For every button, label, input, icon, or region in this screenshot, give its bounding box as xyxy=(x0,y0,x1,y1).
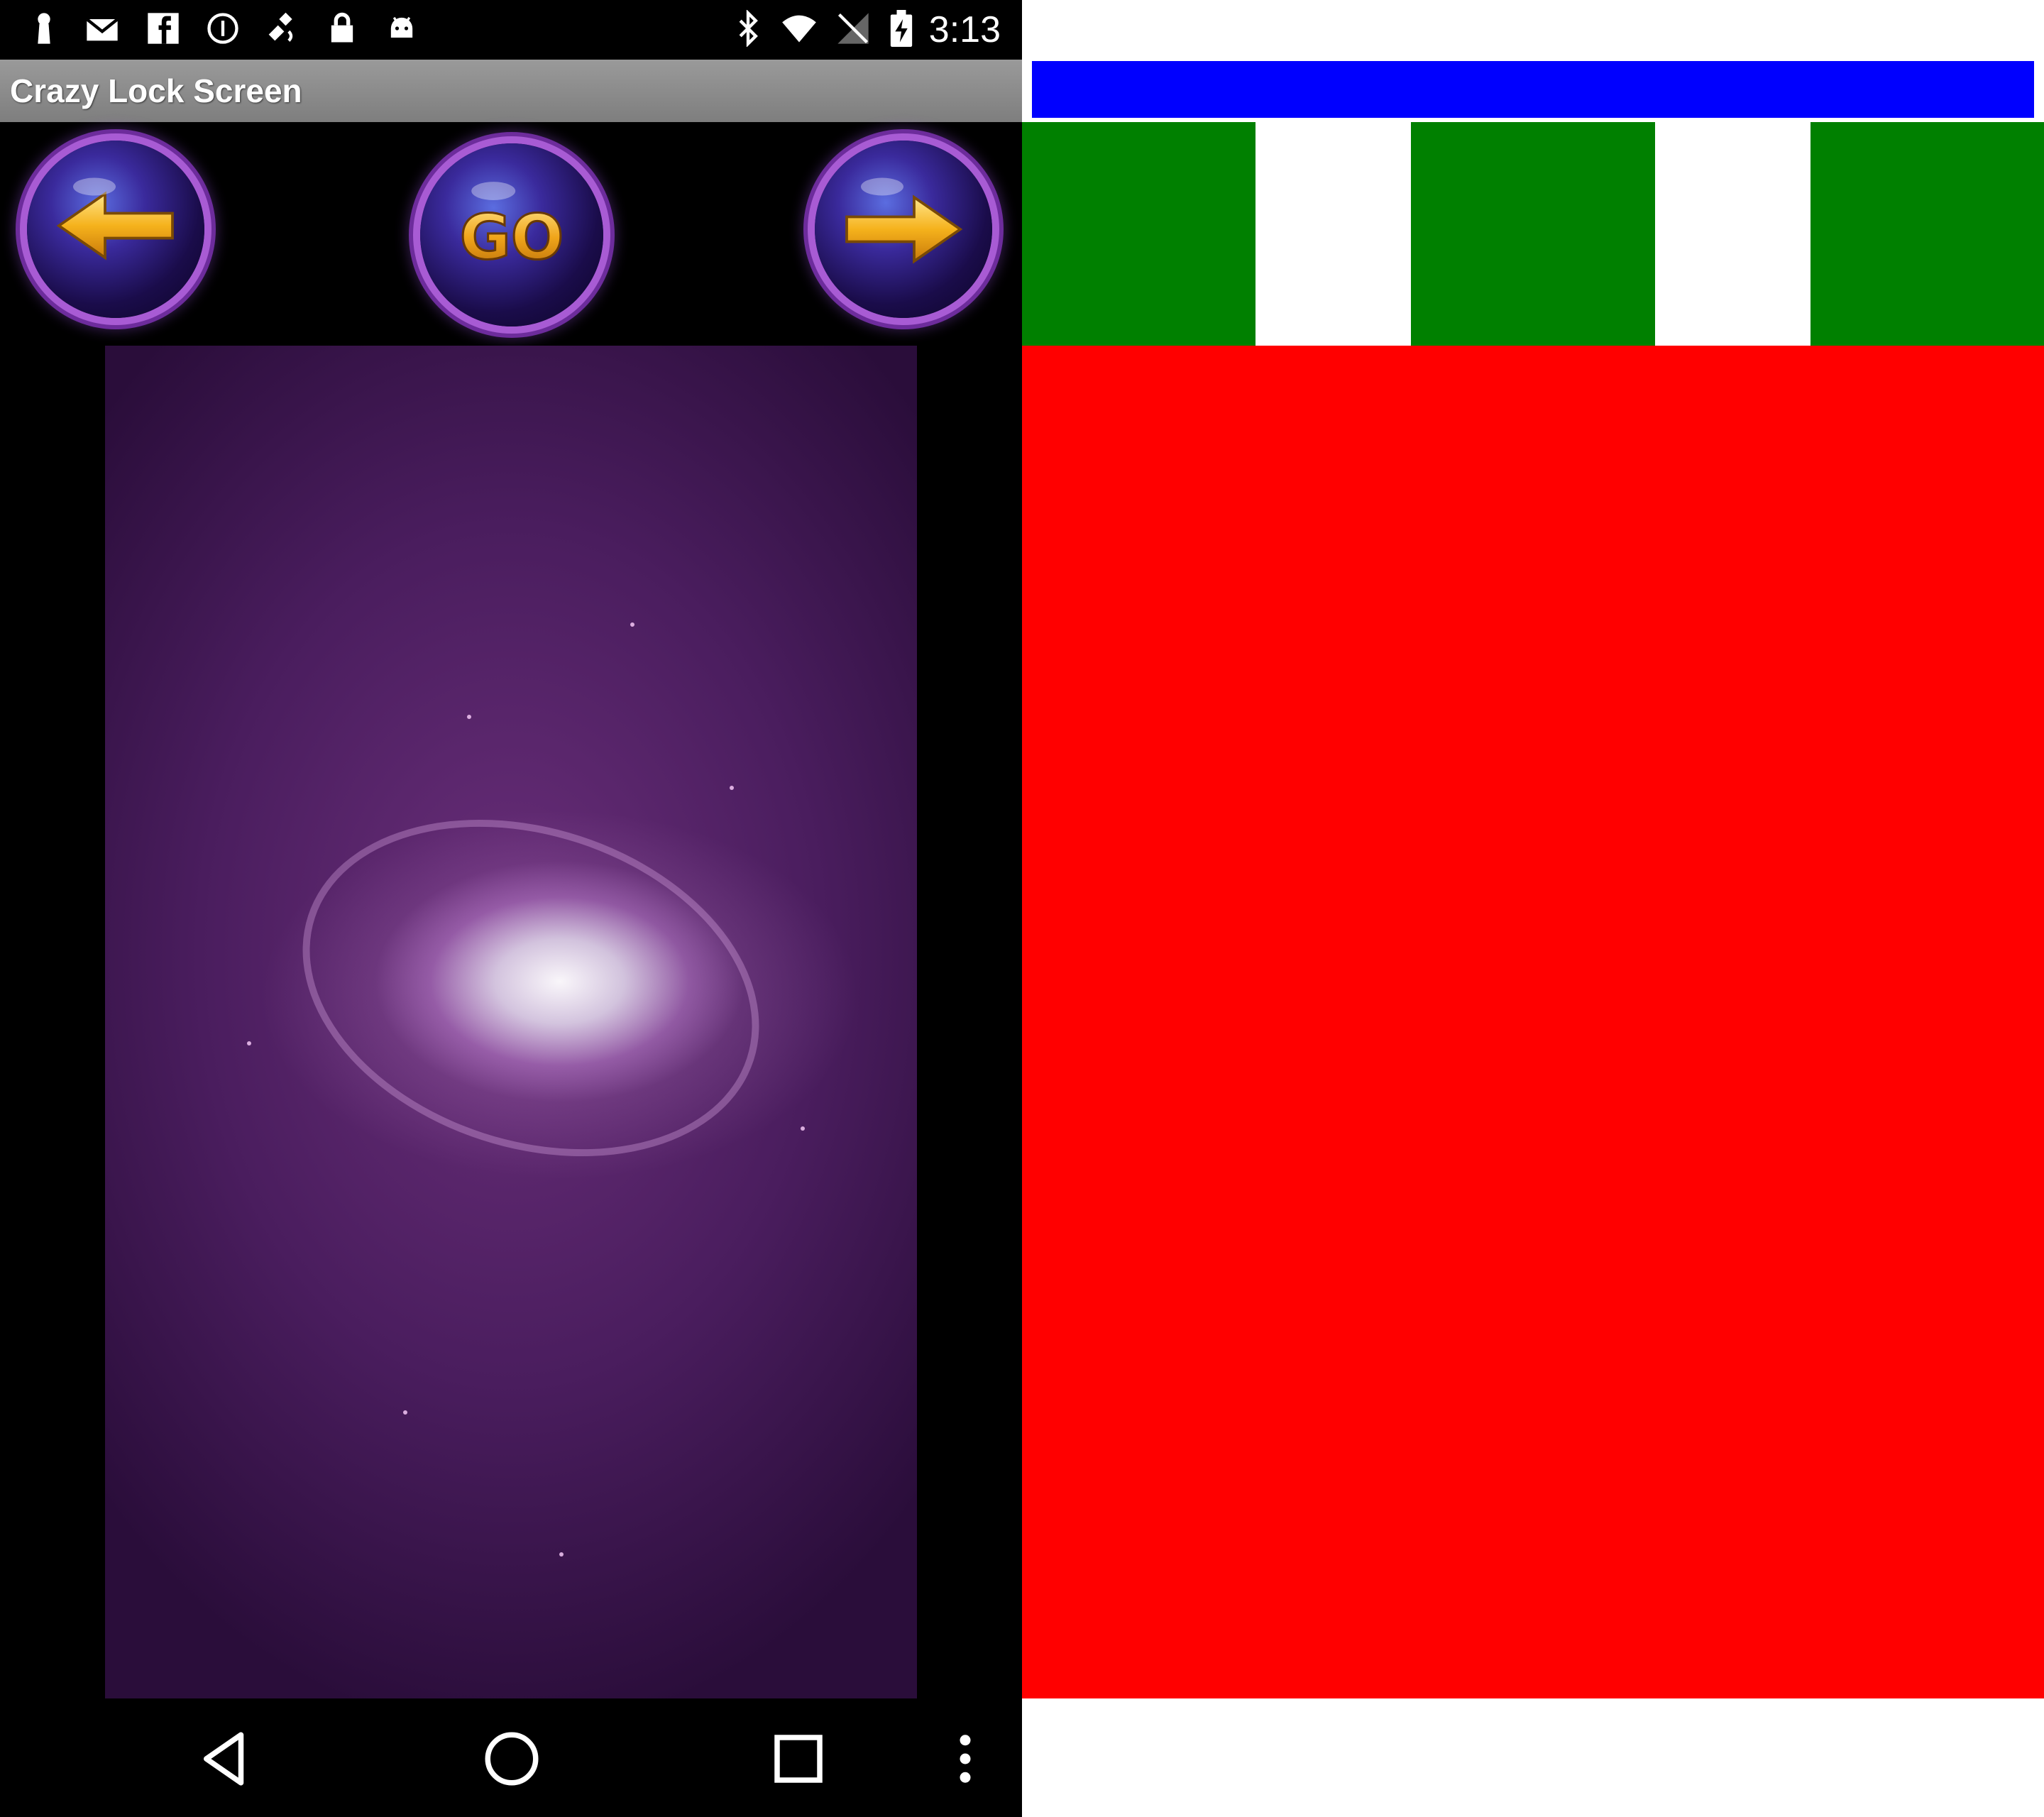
star xyxy=(247,1041,251,1045)
keyhole-icon xyxy=(26,10,62,47)
action-bar: Crazy Lock Screen xyxy=(0,60,1022,122)
star xyxy=(801,1126,805,1131)
go-region-block xyxy=(1411,122,1655,346)
wallpaper-preview[interactable] xyxy=(105,346,917,1698)
no-signal-icon xyxy=(835,10,872,47)
mail-icon xyxy=(84,10,121,47)
arrow-right-icon xyxy=(845,177,963,264)
page: 3:13 Crazy Lock Screen GO xyxy=(0,0,2044,1817)
back-icon xyxy=(204,1732,244,1786)
android-icon xyxy=(383,10,420,47)
home-icon xyxy=(485,1732,539,1786)
back-button[interactable] xyxy=(193,1727,257,1791)
recents-icon xyxy=(774,1735,823,1783)
wallpaper-region-block xyxy=(1022,346,2044,1698)
wifi-icon xyxy=(776,10,822,47)
title-region-block xyxy=(1032,61,2034,118)
previous-region-block xyxy=(1022,122,1255,346)
overflow-menu-button[interactable] xyxy=(944,1727,987,1791)
status-bar: 3:13 xyxy=(0,0,1022,60)
previous-button[interactable] xyxy=(27,141,204,318)
go-button[interactable]: GO xyxy=(420,143,603,326)
next-region-block xyxy=(1811,122,2044,346)
control-row: GO xyxy=(0,122,1022,346)
app-title: Crazy Lock Screen xyxy=(10,72,302,109)
arrow-left-icon xyxy=(56,177,174,260)
layout-debug-panel xyxy=(1022,0,2044,1817)
next-button[interactable] xyxy=(815,141,992,318)
star xyxy=(403,1410,407,1415)
go-icon: GO xyxy=(458,182,565,275)
battery-charging-icon xyxy=(887,10,916,47)
star xyxy=(730,786,734,790)
star xyxy=(630,622,634,627)
galaxy-arm xyxy=(258,764,803,1212)
recents-button[interactable] xyxy=(766,1727,830,1791)
facebook-icon xyxy=(145,10,182,47)
info-circle-icon xyxy=(204,10,241,47)
navigation-bar xyxy=(0,1698,1022,1817)
phone-screen: 3:13 Crazy Lock Screen GO xyxy=(0,0,1022,1817)
status-clock: 3:13 xyxy=(928,9,1001,50)
lock-icon xyxy=(324,10,361,47)
overflow-menu-icon xyxy=(960,1735,971,1783)
home-button[interactable] xyxy=(480,1727,544,1791)
fake-gps-icon xyxy=(263,10,300,47)
go-label: GO xyxy=(460,202,564,274)
star xyxy=(559,1552,564,1557)
star xyxy=(467,715,471,719)
bluetooth-icon xyxy=(730,9,766,48)
